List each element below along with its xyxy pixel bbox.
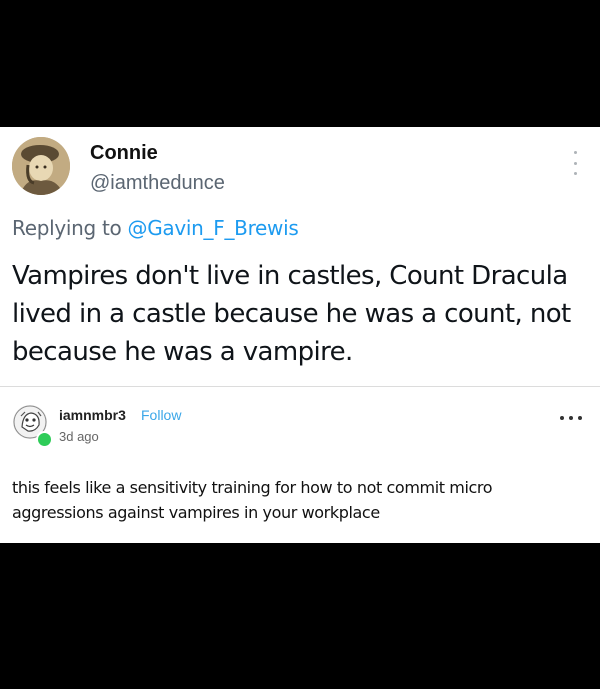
comment-text: this feels like a sensitivity training f… bbox=[12, 478, 493, 522]
tweet-text: Vampires don't live in castles, Count Dr… bbox=[12, 261, 571, 367]
replying-prefix: Replying to bbox=[12, 216, 128, 240]
portrait-avatar-icon[interactable] bbox=[12, 137, 70, 195]
online-status-badge bbox=[36, 431, 53, 448]
tweet-handle[interactable]: @iamthedunce bbox=[90, 172, 225, 195]
vertical-ellipsis-icon[interactable] bbox=[571, 151, 579, 175]
comment-timestamp: 3d ago bbox=[59, 429, 99, 444]
replying-to-mention[interactable]: @Gavin_F_Brewis bbox=[128, 216, 299, 240]
comment-username[interactable]: iamnmbr3 bbox=[59, 407, 126, 423]
horizontal-ellipsis-icon[interactable] bbox=[560, 416, 582, 420]
divider bbox=[0, 386, 600, 387]
screenshot-card: Connie @iamthedunce Replying to @Gavin_F… bbox=[0, 127, 600, 543]
replying-to-line: Replying to @Gavin_F_Brewis bbox=[12, 216, 299, 240]
tweet-display-name[interactable]: Connie bbox=[90, 142, 158, 165]
follow-button[interactable]: Follow bbox=[141, 407, 181, 423]
